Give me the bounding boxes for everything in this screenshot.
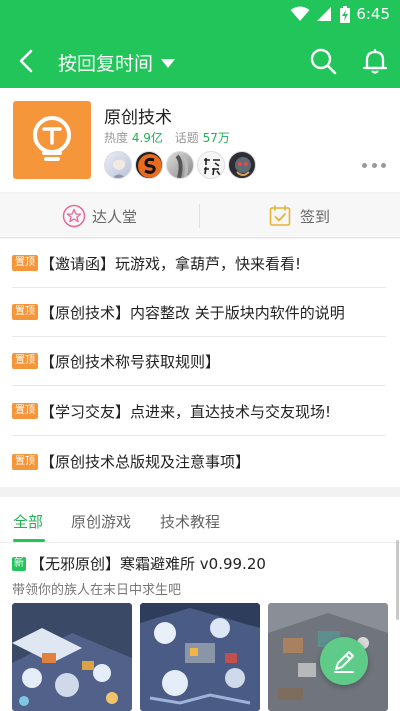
avatar[interactable] <box>135 151 163 179</box>
bell-icon[interactable] <box>360 46 390 76</box>
more-dot-icon <box>362 162 367 168</box>
avatar[interactable] <box>197 151 225 179</box>
tab-original-games[interactable]: 原创游戏 <box>71 511 131 532</box>
pinned-post[interactable]: 置顶 【学习交友】点进来，直达技术与交友现场! <box>12 387 386 436</box>
search-icon[interactable] <box>308 46 338 76</box>
tab-all[interactable]: 全部 <box>13 511 43 532</box>
tab-tech-tutorials[interactable]: 技术教程 <box>160 511 220 532</box>
star-badge-icon <box>62 204 86 228</box>
avatar[interactable] <box>228 151 256 179</box>
pinned-post[interactable]: 置顶 【原创技术】内容整改 关于版块内软件的说明 <box>12 288 386 337</box>
app-screen: 6:45 按回复时间 原创技术 热度 4.9亿 话题 57万 达人堂 签到 置顶… <box>0 0 400 711</box>
scrollbar[interactable] <box>396 540 399 620</box>
more-dot-icon <box>381 162 386 168</box>
forum-logo <box>13 101 91 179</box>
category-tabs: 全部 原创游戏 技术教程 <box>0 497 400 543</box>
check-in-button[interactable]: 签到 <box>268 194 330 238</box>
pinned-post-title: 【原创技术称号获取规则】 <box>40 352 221 371</box>
post-thumbnail[interactable] <box>140 603 260 711</box>
active-tab-indicator <box>13 539 45 542</box>
divider <box>199 204 200 228</box>
pinned-post-title: 【邀请函】玩游戏，拿葫芦，快来看看! <box>40 254 302 273</box>
new-badge: 新 <box>12 556 26 571</box>
pinned-badge: 置顶 <box>12 453 38 470</box>
pinned-badge: 置顶 <box>12 403 38 419</box>
signal-icon <box>317 7 331 21</box>
hall-of-fame-label: 达人堂 <box>92 207 138 226</box>
pinned-badge: 置顶 <box>12 304 38 320</box>
sort-dropdown[interactable]: 按回复时间 <box>58 49 176 76</box>
compose-button[interactable] <box>320 637 368 685</box>
battery-charging-icon <box>340 6 350 23</box>
post-title-row: 新 【无邪原创】寒霜避难所 v0.99.20 <box>12 553 266 574</box>
heat-value: 4.9亿 <box>131 131 163 145</box>
forum-name: 原创技术 <box>104 108 172 128</box>
more-dot-icon <box>371 162 377 168</box>
sort-dropdown-label: 按回复时间 <box>58 53 154 75</box>
pinned-post-title: 【学习交友】点进来，直达技术与交友现场! <box>40 402 332 421</box>
pinned-badge: 置顶 <box>12 353 38 369</box>
pinned-post[interactable]: 置顶 【原创技术总版规及注意事项】 <box>12 437 386 486</box>
pinned-badge: 置顶 <box>12 255 38 271</box>
check-in-label: 签到 <box>300 207 331 226</box>
topics-value: 57万 <box>202 131 230 145</box>
pinned-post-title: 【原创技术】内容整改 关于版块内软件的说明 <box>40 303 345 322</box>
post-item[interactable]: 新 【无邪原创】寒霜避难所 v0.99.20 带领你的族人在末日中求生吧 <box>0 543 400 711</box>
post-description: 带领你的族人在末日中求生吧 <box>12 583 182 598</box>
forum-stats: 热度 4.9亿 话题 57万 <box>104 129 230 146</box>
avatar[interactable] <box>166 151 194 179</box>
pinned-post[interactable]: 置顶 【原创技术称号获取规则】 <box>12 337 386 386</box>
forum-header: 原创技术 热度 4.9亿 话题 57万 <box>0 88 400 192</box>
status-time: 6:45 <box>356 5 390 23</box>
post-thumbnail[interactable] <box>12 603 132 711</box>
pinned-post[interactable]: 置顶 【邀请函】玩游戏，拿葫芦，快来看看! <box>12 239 386 288</box>
back-icon[interactable] <box>12 46 42 76</box>
hall-of-fame-button[interactable]: 达人堂 <box>62 194 137 238</box>
status-bar: 6:45 <box>0 0 400 28</box>
lightbulb-icon <box>33 116 71 161</box>
wifi-icon <box>290 6 310 21</box>
post-title: 【无邪原创】寒霜避难所 v0.99.20 <box>30 555 266 573</box>
caret-down-icon <box>161 59 176 68</box>
calendar-check-icon <box>269 205 291 226</box>
topics-label: 话题 <box>174 131 199 145</box>
moderator-avatars[interactable] <box>104 151 259 179</box>
avatar[interactable] <box>104 151 132 179</box>
pinned-post-title: 【原创技术总版规及注意事项】 <box>40 453 251 471</box>
pencil-icon <box>334 651 354 673</box>
heat-label: 热度 <box>104 131 129 145</box>
top-bar: 6:45 按回复时间 <box>0 0 400 88</box>
quick-actions-bar: 达人堂 签到 <box>0 194 400 238</box>
pinned-posts-list: 置顶 【邀请函】玩游戏，拿葫芦，快来看看! 置顶 【原创技术】内容整改 关于版块… <box>0 239 400 487</box>
nav-bar: 按回复时间 <box>0 32 400 88</box>
more-options-button[interactable] <box>362 160 386 170</box>
